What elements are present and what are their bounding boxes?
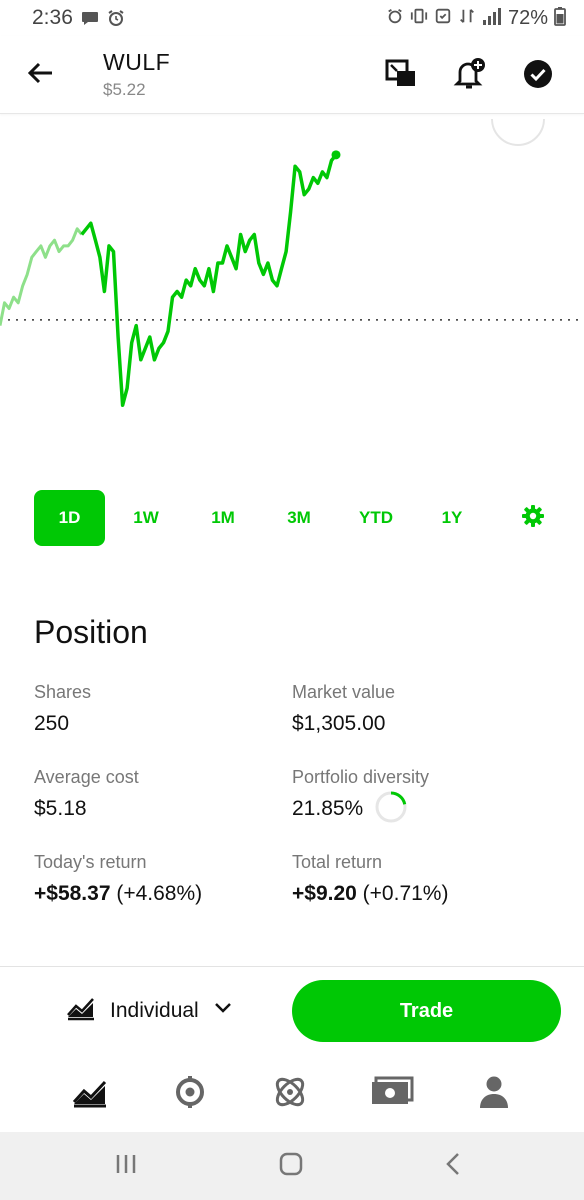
market-value-label: Market value — [292, 682, 396, 702]
todays-return-label: Today's return — [34, 852, 147, 872]
portfolio-diversity-value: 21.85% — [292, 797, 364, 820]
chevron-down-icon — [213, 1001, 233, 1020]
tab-1m[interactable]: 1M — [195, 490, 251, 546]
header: WULF $5.22 — [0, 36, 584, 114]
compare-icon — [385, 59, 417, 92]
crypto-icon — [172, 1074, 208, 1115]
home-icon — [278, 1151, 304, 1182]
tab-ytd[interactable]: YTD — [348, 490, 404, 546]
account-selector[interactable]: Individual — [66, 995, 233, 1026]
chart-endpoint-dot — [331, 150, 341, 160]
portfolio-chart-icon — [72, 1076, 108, 1113]
shares-label: Shares — [34, 682, 92, 702]
portfolio-diversity-label: Portfolio diversity — [292, 767, 430, 787]
tab-1d[interactable]: 1D — [34, 490, 105, 546]
tab-1w[interactable]: 1W — [118, 490, 174, 546]
status-bar: 2:36 72% — [0, 0, 584, 36]
trade-button[interactable]: Trade — [292, 980, 561, 1042]
signal-icon — [482, 7, 502, 30]
back-button[interactable] — [22, 56, 58, 92]
nav-crypto[interactable] — [170, 1074, 210, 1114]
cash-icon — [370, 1076, 414, 1113]
tab-3m[interactable]: 3M — [271, 490, 327, 546]
add-alert-icon — [452, 57, 486, 94]
total-return-value: +$9.20 (+0.71%) — [292, 882, 448, 906]
watchlist-button[interactable] — [519, 56, 557, 94]
total-return-percent: (+0.71%) — [362, 882, 449, 905]
chevron-left-icon — [443, 1151, 463, 1182]
person-icon — [478, 1075, 510, 1114]
range-tabs: 1D 1W 1M 3M YTD 1Y — [0, 490, 584, 548]
nav-cash[interactable] — [370, 1074, 414, 1114]
price-chart[interactable] — [0, 115, 584, 485]
todays-return-amount: +$58.37 — [34, 882, 111, 905]
chart-line-premarket — [0, 227, 83, 326]
battery-percent: 72% — [507, 7, 548, 29]
check-circle-icon — [523, 59, 553, 92]
compare-button[interactable] — [382, 56, 420, 94]
home-button[interactable] — [274, 1150, 308, 1182]
ticker-symbol: WULF — [103, 49, 171, 75]
chart-settings-button[interactable] — [512, 490, 554, 546]
recent-apps-button[interactable] — [109, 1150, 143, 1182]
add-alert-button[interactable] — [450, 56, 488, 94]
status-time: 2:36 — [32, 6, 73, 29]
battery-icon — [554, 6, 566, 31]
todays-return-value: +$58.37 (+4.68%) — [34, 882, 202, 906]
position-title: Position — [34, 614, 148, 650]
average-cost-value: $5.18 — [34, 797, 87, 820]
system-nav-bar — [0, 1132, 584, 1200]
data-icon — [458, 7, 476, 30]
total-return-label: Total return — [292, 852, 383, 872]
nav-home[interactable] — [70, 1074, 110, 1114]
gear-icon — [521, 504, 545, 533]
nav-account[interactable] — [474, 1074, 514, 1114]
alarm-icon — [386, 7, 404, 30]
action-bar: Individual Trade — [0, 966, 584, 1054]
recent-apps-icon — [114, 1153, 138, 1180]
tab-1y[interactable]: 1Y — [424, 490, 480, 546]
system-back-button[interactable] — [436, 1150, 470, 1182]
nav-discover[interactable] — [270, 1074, 310, 1114]
portfolio-chart-icon — [66, 995, 96, 1026]
account-label: Individual — [110, 998, 199, 1022]
header-price: $5.22 — [103, 80, 146, 99]
chart-partial-circle — [491, 118, 545, 146]
total-return-amount: +$9.20 — [292, 882, 357, 905]
market-value: $1,305.00 — [292, 712, 386, 735]
chart-line-session — [80, 153, 338, 408]
discover-icon — [271, 1073, 309, 1116]
bottom-nav — [0, 1058, 584, 1130]
diversity-ring[interactable] — [374, 790, 408, 824]
average-cost-label: Average cost — [34, 767, 139, 787]
nfc-icon — [434, 7, 452, 30]
todays-return-percent: (+4.68%) — [116, 882, 203, 905]
alarm-icon — [106, 8, 126, 33]
vibrate-icon — [410, 7, 428, 30]
shares-value: 250 — [34, 712, 70, 735]
message-icon — [80, 8, 100, 33]
back-arrow-icon — [26, 61, 54, 88]
